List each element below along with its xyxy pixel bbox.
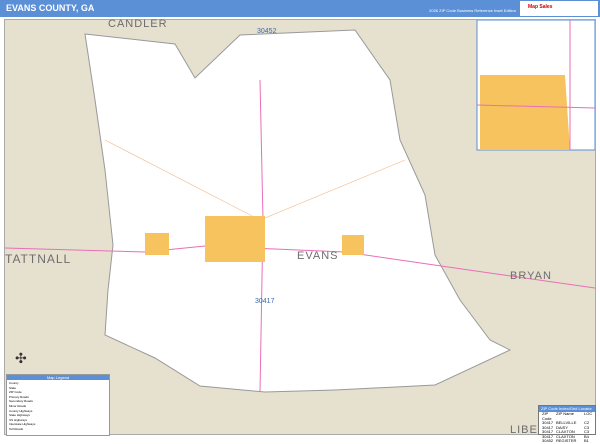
zip-table: ZIP Code Index/Grid Locator ZIP Code ZIP … [538, 405, 596, 443]
county-label: CANDLER [108, 18, 168, 30]
map-legend: Map Legend County State ZIP Code Primary… [6, 374, 110, 436]
county-label: BRYAN [510, 270, 552, 282]
city-area [342, 235, 364, 255]
compass-icon: ✣ [15, 350, 27, 366]
county-label: TATTNALL [5, 252, 72, 266]
city-area [205, 216, 265, 262]
logo: Map Sales [520, 1, 598, 16]
table-row: 30452 REGISTER B1 [542, 438, 589, 443]
city-area [145, 233, 169, 255]
subtitle: 2026 ZIP Code Business Reference Inset E… [429, 8, 516, 13]
legend-item: Toll Roads [9, 426, 24, 431]
zip-label: 30452 [257, 28, 277, 35]
county-label: EVANS [297, 250, 339, 262]
inset-map [476, 20, 595, 151]
page-title: EVANS COUNTY, GA [6, 3, 95, 13]
header: EVANS COUNTY, GA 2026 ZIP Code Business … [0, 0, 600, 17]
zip-label: 30417 [255, 298, 275, 305]
map-canvas[interactable]: CANDLER TATTNALL EVANS BRYAN LIBERTY 304… [4, 18, 596, 436]
